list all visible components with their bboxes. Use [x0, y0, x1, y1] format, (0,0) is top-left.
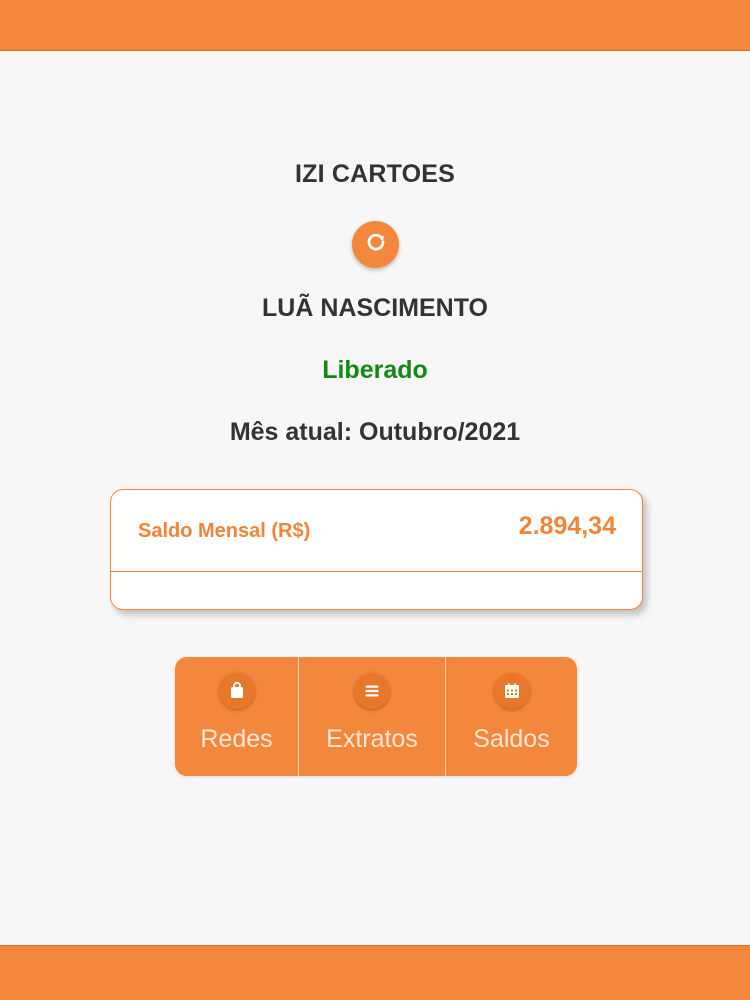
balance-label: Saldo Mensal (R$) [138, 520, 311, 542]
balance-value: 2.894,34 [518, 512, 616, 540]
action-bar: Redes Extratos Saldos [175, 657, 577, 776]
company-name: IZI CARTOES [294, 160, 456, 188]
list-icon [354, 673, 390, 709]
extratos-button[interactable]: Extratos [299, 657, 446, 776]
user-name: LUÃ NASCIMENTO [262, 294, 488, 322]
top-bar [0, 0, 750, 51]
shopping-bag-icon [218, 673, 255, 709]
refresh-button[interactable] [352, 221, 399, 268]
refresh-icon [364, 230, 388, 259]
status-label: Liberado [322, 356, 428, 384]
card-divider [111, 571, 642, 572]
saldos-label: Saldos [473, 725, 550, 753]
redes-button[interactable]: Redes [175, 657, 299, 776]
bottom-bar [0, 945, 750, 1000]
extratos-label: Extratos [326, 725, 418, 753]
monthly-balance-card: Saldo Mensal (R$) 2.894,34 [110, 489, 643, 610]
current-month-label: Mês atual: Outubro/2021 [229, 418, 521, 446]
redes-label: Redes [200, 725, 273, 753]
saldos-button[interactable]: Saldos [446, 657, 577, 776]
calendar-icon [493, 673, 530, 709]
